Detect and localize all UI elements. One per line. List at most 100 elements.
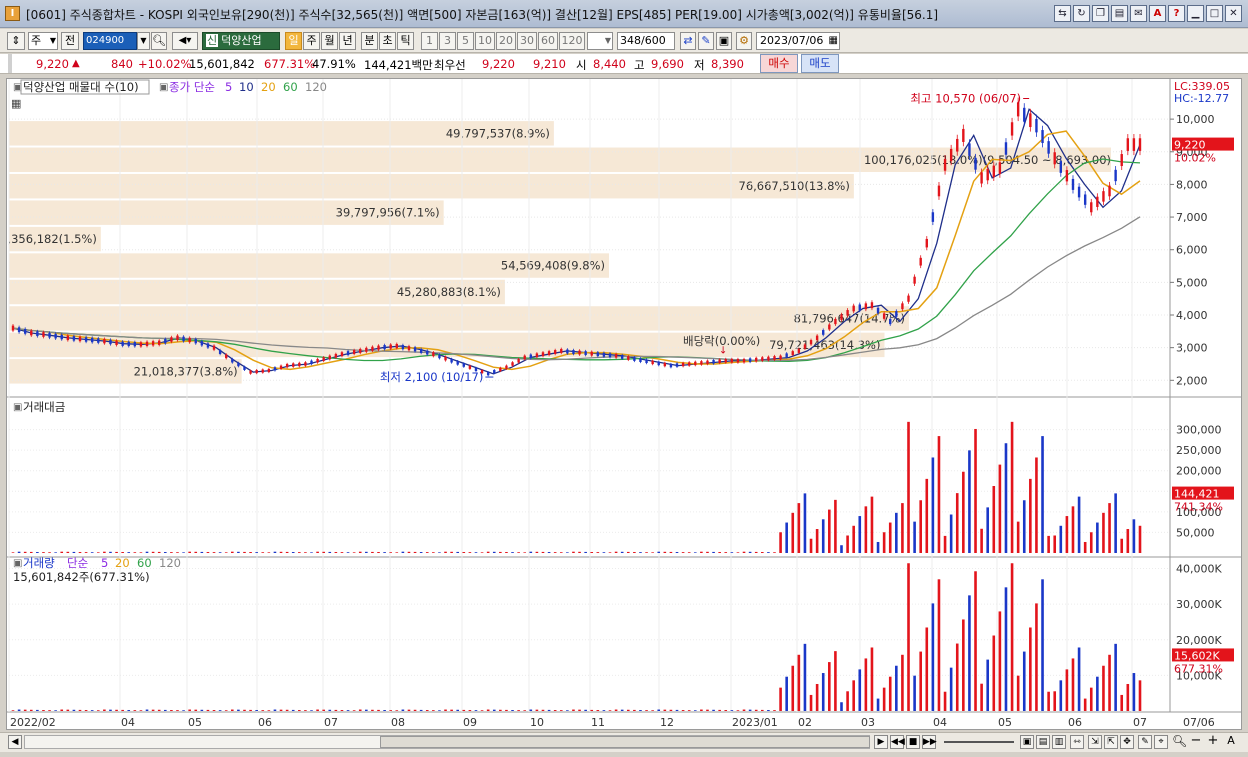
- interval-20[interactable]: 20: [496, 32, 516, 50]
- help-icon[interactable]: ?: [1168, 5, 1185, 22]
- amount-bar: [304, 552, 307, 553]
- zoom-slider[interactable]: [944, 741, 1014, 743]
- candle: [182, 336, 185, 342]
- settings-icon[interactable]: ⚙: [736, 32, 752, 50]
- volume-bar: [340, 710, 344, 711]
- volume-bar: [249, 709, 252, 711]
- amount-bar: [261, 552, 265, 553]
- interval-30[interactable]: 30: [517, 32, 537, 50]
- interval-1[interactable]: 1: [421, 32, 438, 50]
- zoom-in-icon[interactable]: +: [1206, 734, 1220, 749]
- text-icon[interactable]: A: [1224, 735, 1238, 749]
- scroll-left-icon[interactable]: ◀: [8, 735, 22, 749]
- sell-button[interactable]: 매도: [801, 54, 839, 73]
- period-type-select[interactable]: 주 ▼: [28, 32, 58, 50]
- minimize-button[interactable]: ▁: [1187, 5, 1204, 22]
- crosshair-icon[interactable]: ⌖: [1154, 735, 1168, 749]
- interval-60[interactable]: 60: [538, 32, 558, 50]
- tile-icon[interactable]: ▤: [1111, 5, 1128, 22]
- prev-button[interactable]: 전: [61, 32, 79, 50]
- note-icon[interactable]: ✉: [1130, 5, 1147, 22]
- zoom-icon[interactable]: 🔍︎: [1172, 735, 1187, 749]
- interval-10[interactable]: 10: [475, 32, 495, 50]
- pencil-icon[interactable]: ✎: [1138, 735, 1152, 749]
- high-annotation: 최고 10,570 (06/07): [910, 92, 1021, 106]
- volume-bar: [1077, 647, 1081, 711]
- search-icon[interactable]: 🔍︎: [151, 32, 167, 50]
- layout-icon-2[interactable]: ▤: [1036, 735, 1050, 749]
- layout-icon-1[interactable]: ▣: [1020, 735, 1034, 749]
- period-day[interactable]: 일: [285, 32, 302, 50]
- fast-forward-icon[interactable]: ▶▶: [922, 735, 937, 749]
- layout-icon-3[interactable]: ▥: [1052, 735, 1066, 749]
- stock-code-input[interactable]: 024900: [83, 32, 137, 50]
- buy-button[interactable]: 매수: [760, 54, 798, 73]
- candle: [419, 348, 423, 353]
- alert-icon[interactable]: A: [1149, 5, 1166, 22]
- tool-icon[interactable]: ✎: [698, 32, 714, 50]
- period-tick[interactable]: 틱: [397, 32, 414, 50]
- grid-icon[interactable]: ▦: [11, 97, 21, 110]
- candle: [828, 324, 831, 330]
- open-price: 8,440: [593, 57, 626, 71]
- refresh-icon[interactable]: ↻: [1073, 5, 1090, 22]
- volume-bar: [29, 709, 33, 711]
- close-button[interactable]: ✕: [1225, 5, 1242, 22]
- volume-bar: [645, 710, 648, 711]
- volume-bar: [468, 710, 472, 711]
- volume-panel: [11, 563, 1142, 711]
- stop-icon[interactable]: ■: [906, 735, 920, 749]
- maximize-button[interactable]: □: [1206, 5, 1223, 22]
- candle: [742, 358, 746, 363]
- pin-icon[interactable]: ⇕: [7, 32, 25, 50]
- chart-area[interactable]: 21,018,377(3.8%) 79,721,463(14.3%) 81,796,…: [6, 78, 1242, 730]
- candle: [584, 351, 587, 356]
- candle: [133, 342, 137, 347]
- period-second[interactable]: 초: [379, 32, 396, 50]
- amount-bar: [681, 552, 685, 553]
- candle: [931, 212, 935, 222]
- amount-bar: [864, 506, 868, 553]
- date-axis-tick: 10: [530, 716, 544, 729]
- chart-svg[interactable]: 21,018,377(3.8%)79,721,463(14.3%)81,796,…: [7, 79, 1241, 729]
- period-minute[interactable]: 분: [361, 32, 378, 50]
- speaker-icon[interactable]: ◀▾: [172, 32, 198, 50]
- amount-bar: [492, 551, 496, 553]
- interval-120[interactable]: 120: [559, 32, 585, 50]
- period-month[interactable]: 월: [321, 32, 338, 50]
- compare-icon[interactable]: ⇄: [680, 32, 696, 50]
- period-year[interactable]: 년: [339, 32, 356, 50]
- count-field[interactable]: 348/600: [617, 32, 675, 50]
- zoom-out-icon[interactable]: −: [1189, 734, 1203, 749]
- period-week[interactable]: 주: [303, 32, 320, 50]
- fit-icon[interactable]: ⇿: [1070, 735, 1084, 749]
- window-icon[interactable]: ❐: [1092, 5, 1109, 22]
- interval-custom-input[interactable]: ▼: [587, 32, 613, 50]
- candle: [1071, 178, 1075, 190]
- scroll-track[interactable]: [24, 735, 870, 749]
- open-label: 시: [576, 58, 587, 72]
- save-icon[interactable]: ▣: [716, 32, 732, 50]
- chevron-down-icon[interactable]: ▼: [137, 32, 150, 50]
- volume-bar: [395, 710, 399, 711]
- amount-bar: [596, 552, 600, 553]
- rewind-icon[interactable]: ◀◀: [890, 735, 905, 749]
- amount-bar: [828, 509, 831, 553]
- stock-name-field[interactable]: 신 덕양산업: [202, 32, 280, 50]
- play-icon[interactable]: ▶: [874, 735, 888, 749]
- candle: [1077, 186, 1081, 198]
- volume-profile-label: 21,018,377(3.8%): [134, 364, 238, 378]
- expand-icon[interactable]: ⇲: [1088, 735, 1102, 749]
- amount-bar: [1083, 541, 1087, 553]
- amount-bar: [779, 532, 782, 553]
- interval-3[interactable]: 3: [439, 32, 456, 50]
- candle: [1083, 194, 1087, 205]
- chart-scrollbar[interactable]: ◀ ▶ ◀◀ ■ ▶▶ ▣ ▤ ▥ ⇿ ⇲ ⇱ ✥ ✎ ⌖ 🔍︎ − + A: [0, 732, 1248, 752]
- link-icon[interactable]: ⇆: [1054, 5, 1071, 22]
- date-input[interactable]: 2023/07/06 ▦: [756, 32, 840, 50]
- move-icon[interactable]: ✥: [1120, 735, 1134, 749]
- shrink-icon[interactable]: ⇱: [1104, 735, 1118, 749]
- interval-5[interactable]: 5: [457, 32, 474, 50]
- candle: [974, 157, 977, 170]
- scroll-thumb[interactable]: [380, 736, 870, 748]
